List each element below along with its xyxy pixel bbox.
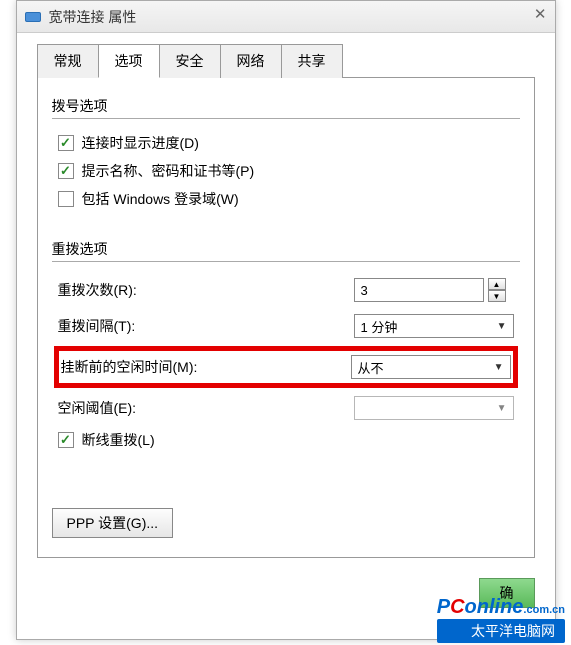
checkbox-prompt-name[interactable] — [58, 163, 74, 179]
row-show-progress: 连接时显示进度(D) — [58, 129, 514, 157]
redial-options-group: 重拨选项 重拨次数(R): ▲ ▼ 重拨间隔(T): — [52, 239, 520, 460]
dropdown-idle-before-hangup[interactable]: 从不 — [351, 355, 511, 379]
tab-panel-options: 拨号选项 连接时显示进度(D) 提示名称、密码和证书等(P) 包括 Window… — [37, 78, 535, 558]
checkbox-show-progress[interactable] — [58, 135, 74, 151]
tab-strip: 常规 选项 安全 网络 共享 — [37, 43, 535, 78]
spin-down-icon[interactable]: ▼ — [488, 290, 506, 302]
connection-icon — [25, 12, 41, 22]
value-idle-before-hangup: 从不 — [358, 358, 384, 377]
redial-options-box: 重拨次数(R): ▲ ▼ 重拨间隔(T): 1 分钟 — [52, 261, 520, 460]
label-idle-before-hangup: 挂断前的空闲时间(M): — [61, 357, 351, 377]
dropdown-redial-interval[interactable]: 1 分钟 — [354, 314, 514, 338]
dial-options-group: 拨号选项 连接时显示进度(D) 提示名称、密码和证书等(P) 包括 Window… — [52, 96, 520, 219]
row-windows-domain: 包括 Windows 登录域(W) — [58, 185, 514, 213]
row-redial-on-drop: 断线重拨(L) — [58, 426, 514, 454]
window-title: 宽带连接 属性 — [49, 7, 137, 27]
tab-network[interactable]: 网络 — [220, 44, 282, 78]
spin-up-icon[interactable]: ▲ — [488, 278, 506, 290]
ppp-settings-button[interactable]: PPP 设置(G)... — [52, 508, 174, 538]
ok-button[interactable]: 确 — [479, 578, 535, 608]
row-redial-attempts: 重拨次数(R): ▲ ▼ — [58, 272, 514, 308]
label-show-progress: 连接时显示进度(D) — [82, 133, 199, 153]
spinner-redial-attempts: ▲ ▼ — [354, 278, 514, 302]
dial-options-title: 拨号选项 — [52, 96, 520, 116]
label-windows-domain: 包括 Windows 登录域(W) — [82, 189, 239, 209]
dial-options-box: 连接时显示进度(D) 提示名称、密码和证书等(P) 包括 Windows 登录域… — [52, 118, 520, 219]
label-idle-threshold: 空闲阈值(E): — [58, 398, 354, 418]
tab-sharing[interactable]: 共享 — [281, 44, 343, 78]
dialog-footer: 确 — [17, 568, 555, 618]
titlebar: 宽带连接 属性 ✕ — [17, 1, 555, 33]
spinner-buttons: ▲ ▼ — [488, 278, 506, 302]
tab-security[interactable]: 安全 — [159, 44, 221, 78]
value-redial-interval: 1 分钟 — [361, 317, 398, 336]
redial-options-title: 重拨选项 — [52, 239, 520, 259]
checkbox-windows-domain[interactable] — [58, 191, 74, 207]
dialog-window: 宽带连接 属性 ✕ 常规 选项 安全 网络 共享 拨号选项 连接时显示进度(D) — [16, 0, 556, 640]
input-redial-attempts[interactable] — [354, 278, 484, 302]
checkbox-redial-on-drop[interactable] — [58, 432, 74, 448]
label-prompt-name: 提示名称、密码和证书等(P) — [82, 161, 255, 181]
dropdown-idle-threshold[interactable] — [354, 396, 514, 420]
tab-general[interactable]: 常规 — [37, 44, 99, 78]
row-prompt-name: 提示名称、密码和证书等(P) — [58, 157, 514, 185]
row-idle-threshold: 空闲阈值(E): — [58, 390, 514, 426]
close-icon[interactable]: ✕ — [534, 5, 547, 23]
row-idle-before-hangup: 挂断前的空闲时间(M): 从不 — [54, 346, 518, 388]
tab-options[interactable]: 选项 — [98, 44, 160, 78]
row-redial-interval: 重拨间隔(T): 1 分钟 — [58, 308, 514, 344]
content-area: 常规 选项 安全 网络 共享 拨号选项 连接时显示进度(D) 提示名称、密码和证… — [17, 33, 555, 568]
label-redial-attempts: 重拨次数(R): — [58, 280, 354, 300]
label-redial-interval: 重拨间隔(T): — [58, 316, 354, 336]
label-redial-on-drop: 断线重拨(L) — [82, 430, 155, 450]
